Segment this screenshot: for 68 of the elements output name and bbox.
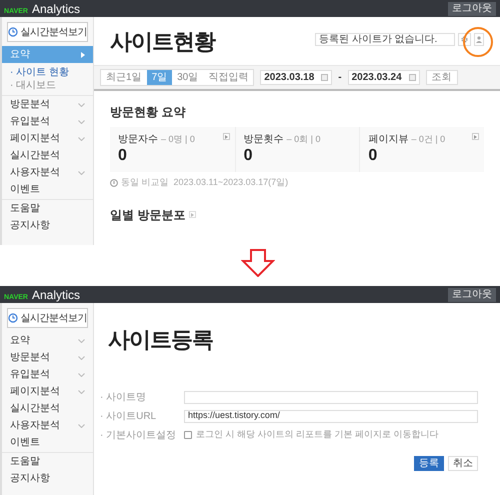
search-button[interactable]: 조회 xyxy=(426,70,458,85)
sidebar-item[interactable]: 사용자분석 xyxy=(2,164,93,181)
sidebar-item[interactable]: 이벤트 xyxy=(2,434,93,451)
settings-button[interactable] xyxy=(458,32,471,46)
user-button[interactable] xyxy=(474,32,484,46)
sidebar-item[interactable]: 이벤트 xyxy=(2,181,93,198)
sidebar-item[interactable]: 방문분석 xyxy=(2,96,93,113)
expand-button[interactable] xyxy=(222,133,230,140)
info-icon xyxy=(110,178,118,187)
page-title: 사이트현황 xyxy=(110,28,215,56)
page-title: 사이트등록 xyxy=(108,326,214,354)
expand-button[interactable] xyxy=(189,211,196,218)
site-select[interactable]: 등록된 사이트가 없습니다. xyxy=(315,32,455,46)
field-label: · 사이트명 xyxy=(100,390,148,404)
checkbox[interactable] xyxy=(184,431,192,439)
caret-right-icon xyxy=(191,212,194,216)
field-label: · 사이트URL xyxy=(100,410,158,424)
clock-icon xyxy=(8,27,18,37)
expand-button[interactable] xyxy=(472,133,479,140)
sidebar-item[interactable]: 유입분석 xyxy=(2,366,93,383)
sidebar-item[interactable]: 방문분석 xyxy=(2,349,93,366)
sidebar-item[interactable]: 요약 xyxy=(2,332,93,349)
logout-button[interactable]: 로그아웃 xyxy=(448,288,496,302)
realtime-button[interactable]: 실시간분석보기 xyxy=(7,308,88,328)
input-field[interactable]: https://uest.tistory.com/ xyxy=(184,410,478,422)
sidebar-item[interactable]: 유입분석 xyxy=(2,113,93,130)
logout-button[interactable]: 로그아웃 xyxy=(448,2,496,16)
stat-value: 0 xyxy=(244,147,254,165)
realtime-button[interactable]: 실시간분석보기 xyxy=(7,22,88,42)
sidebar-item[interactable]: 페이지분석 xyxy=(2,130,93,147)
sidebar-item[interactable]: 도움말 xyxy=(2,200,93,217)
section-title: 방문현황 요약 xyxy=(110,104,186,121)
cancel-button[interactable]: 취소 xyxy=(448,456,478,471)
sidebar-item[interactable]: 페이지분석 xyxy=(2,383,93,400)
date-field[interactable]: 2023.03.18 xyxy=(260,70,332,85)
product-name: Analytics xyxy=(32,288,80,300)
submenu-item[interactable]: · 사이트 현황 xyxy=(2,66,93,79)
input-field[interactable] xyxy=(184,390,478,404)
register-button[interactable]: 등록 xyxy=(414,456,444,471)
stat-value: 0 xyxy=(118,147,128,165)
product-name: Analytics xyxy=(32,2,80,14)
caret-right-icon xyxy=(474,134,477,138)
calendar-icon xyxy=(408,74,416,81)
date-field[interactable]: 2023.03.24 xyxy=(348,70,420,85)
stat-change: – 0건 | 0 xyxy=(411,132,446,146)
sidebar-item[interactable]: 공지사항 xyxy=(2,470,93,487)
calendar-icon xyxy=(321,74,328,81)
date-separator: - xyxy=(338,71,342,85)
field-label: · 기본사이트설정 xyxy=(100,428,178,442)
sidebar-item[interactable]: 사용자분석 xyxy=(2,417,93,434)
stat-label: 페이지뷰 xyxy=(368,133,408,147)
user-icon xyxy=(476,36,482,42)
sidebar-item[interactable]: 도움말 xyxy=(2,453,93,470)
section-title: 일별 방문분포 xyxy=(110,206,186,224)
stat-value: 0 xyxy=(368,147,378,165)
clock-icon xyxy=(8,313,18,323)
checkbox-label: 로그인 시 해당 사이트의 리포트를 기본 페이지로 이동합니다 xyxy=(196,428,439,442)
sidebar-item[interactable]: 실시간분석 xyxy=(2,400,93,417)
stat-label: 방문횟수 xyxy=(244,133,284,147)
sidebar-item[interactable]: 실시간분석 xyxy=(2,147,93,164)
stat-label: 방문자수 xyxy=(118,133,158,147)
settings-icon xyxy=(461,36,468,42)
down-arrow-icon xyxy=(241,249,275,277)
caret-right-icon xyxy=(224,134,228,138)
stat-change: – 0회 | 0 xyxy=(286,132,321,146)
sidebar-item[interactable]: 공지사항 xyxy=(2,217,93,234)
compare-note: 동일 비교일 2023.03.11~2023.03.17(7일) xyxy=(121,176,288,189)
stat-change: – 0명 | 0 xyxy=(161,132,195,146)
